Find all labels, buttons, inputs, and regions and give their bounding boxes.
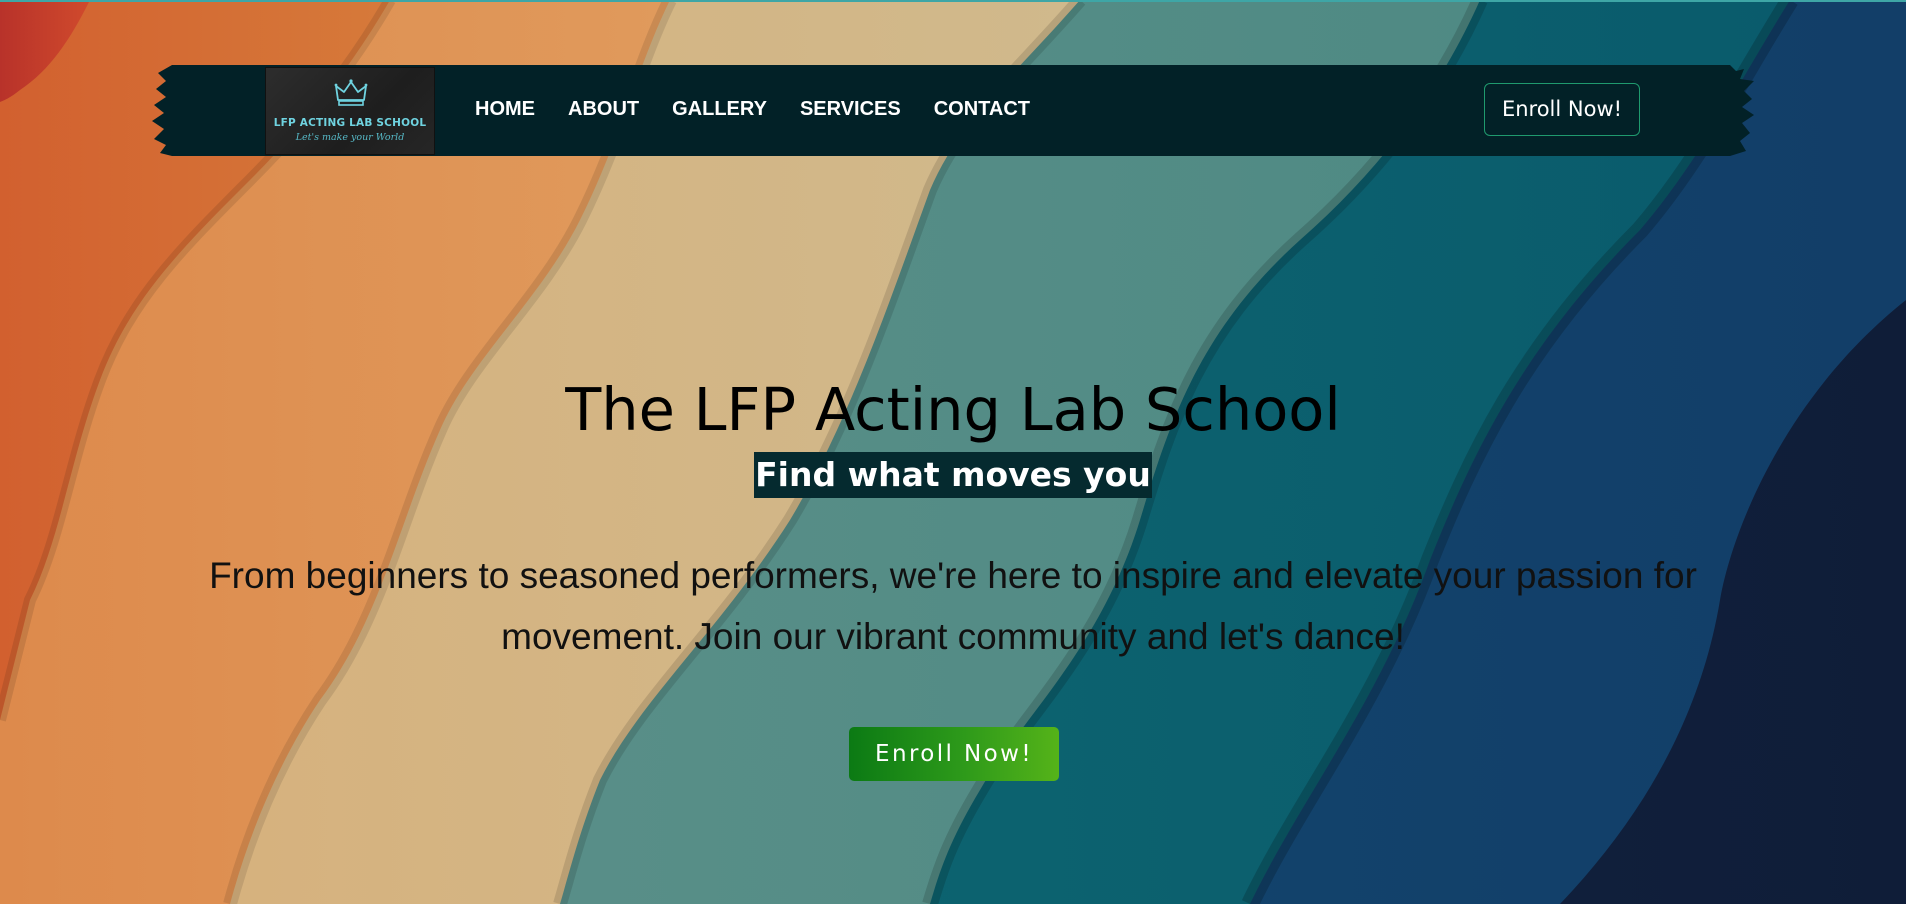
nav-link-home[interactable]: HOME [475,97,535,121]
hero-title: The LFP Acting Lab School [565,375,1341,444]
nav-link-about[interactable]: ABOUT [568,97,639,121]
hero-section: LFP ACTING LAB SCHOOL Let's make your Wo… [0,0,1906,904]
nav-link-services[interactable]: SERVICES [800,97,901,121]
nav-link-contact[interactable]: CONTACT [934,97,1030,121]
logo-tagline: Let's make your World [295,132,405,143]
nav-link-gallery[interactable]: GALLERY [672,97,767,121]
logo[interactable]: LFP ACTING LAB SCHOOL Let's make your Wo… [266,68,434,154]
navbar: LFP ACTING LAB SCHOOL Let's make your Wo… [150,63,1756,158]
nav-enroll-button[interactable]: Enroll Now! [1484,83,1640,136]
nav-links: HOME ABOUT GALLERY SERVICES CONTACT [475,97,1063,121]
crown-icon [334,79,368,106]
hero-subtitle-wrap: Find what moves you [0,452,1906,498]
top-accent-line [0,0,1906,2]
hero-description: From beginners to seasoned performers, w… [209,555,1697,657]
logo-title: LFP ACTING LAB SCHOOL [273,117,427,129]
hero-subtitle: Find what moves you [754,452,1152,498]
hero-enroll-button[interactable]: Enroll Now! [849,727,1059,781]
